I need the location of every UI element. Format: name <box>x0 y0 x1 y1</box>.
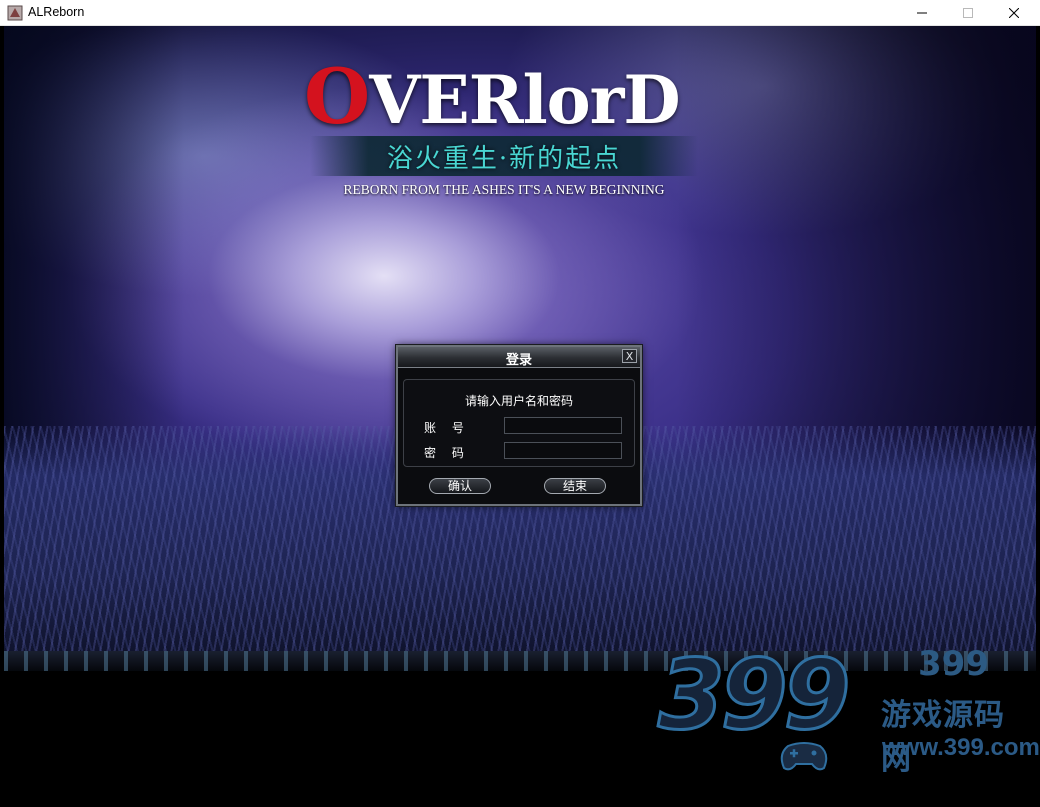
close-icon <box>1009 8 1019 18</box>
login-prompt: 请输入用户名和密码 <box>464 394 573 408</box>
window-title: ALReborn <box>28 5 85 19</box>
dialog-title: 登录 <box>505 353 532 368</box>
close-button[interactable] <box>991 0 1037 26</box>
watermark-url: www.399.com <box>882 734 1040 761</box>
dialog-close-button[interactable]: X <box>622 349 637 363</box>
maximize-button[interactable] <box>945 0 991 26</box>
credentials-panel: 请输入用户名和密码 账 号 密 码 <box>403 379 635 467</box>
account-input[interactable] <box>504 417 622 434</box>
password-label: 密 码 <box>424 446 470 460</box>
logo-subtitle-en: REBORN FROM THE ASHES IT'S A NEW BEGINNI… <box>343 182 665 197</box>
dialog-titlebar: 登录 X <box>398 347 640 368</box>
maximize-icon <box>963 8 973 18</box>
gamepad-icon <box>780 742 828 771</box>
minimize-button[interactable] <box>899 0 945 26</box>
logo-rest: VERlorD <box>369 61 680 139</box>
watermark-logo: 399 399 游戏源码网 www.399.com <box>646 639 1039 788</box>
app-icon <box>7 5 23 21</box>
logo-subtitle-cn: 浴火重生·新的起点 <box>386 144 622 174</box>
account-label: 账 号 <box>424 421 470 435</box>
watermark-number: 399 <box>918 644 989 684</box>
game-logo: OVERlorD <box>304 59 704 135</box>
password-input[interactable] <box>504 442 622 459</box>
logo-first-letter: O <box>304 52 370 141</box>
exit-button[interactable]: 结束 <box>544 478 606 494</box>
login-dialog: 登录 X 请输入用户名和密码 账 号 密 码 确认 结束 <box>396 345 642 506</box>
confirm-button[interactable]: 确认 <box>429 478 491 494</box>
minimize-icon <box>917 12 927 14</box>
watermark-big-number: 399 <box>656 639 851 752</box>
window-titlebar: ALReborn <box>0 0 1040 26</box>
